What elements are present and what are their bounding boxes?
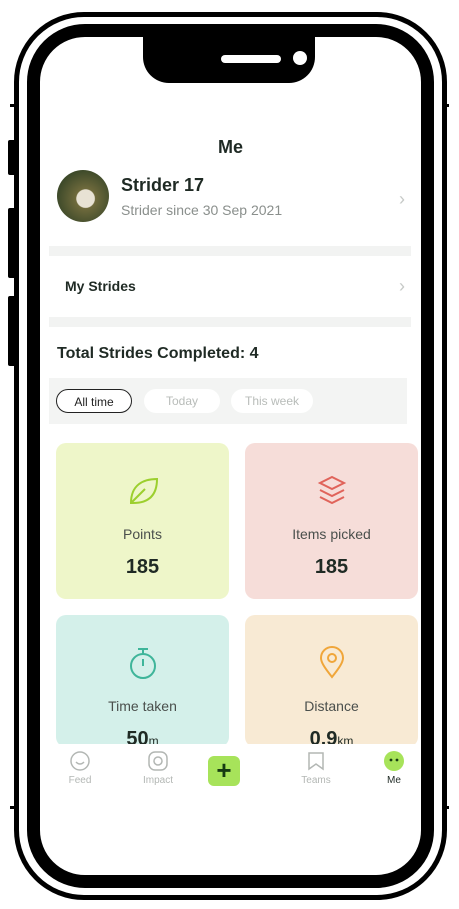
phone-screen: Me Strider 17 Strider since 30 Sep 2021 … (27, 24, 434, 888)
total-strides-label: Total Strides Completed: 4 (57, 345, 259, 362)
target-icon (123, 750, 193, 772)
tab-impact[interactable]: Impact (123, 750, 193, 786)
profile-name: Strider 17 (121, 175, 205, 195)
layers-icon (245, 471, 418, 511)
stat-label: Items picked (292, 526, 371, 542)
time-filter: All time Today This week (49, 378, 407, 424)
face-icon (359, 750, 421, 772)
stat-value: 185 (125, 556, 160, 578)
profile-row[interactable]: Strider 17 Strider since 30 Sep 2021 › (40, 167, 421, 237)
tab-label: Impact (142, 775, 173, 786)
stat-label: Time taken (108, 698, 177, 714)
leaf-icon (56, 471, 229, 511)
filter-all-time[interactable]: All time (56, 389, 132, 413)
chevron-right-icon: › (399, 189, 405, 209)
stat-card-time-taken: Time taken 50m (56, 615, 229, 750)
my-strides-label: My Strides (65, 278, 136, 294)
page-title: Me (217, 137, 243, 157)
tab-feed[interactable]: Feed (45, 750, 115, 786)
stat-card-distance: Distance 0.9km (245, 615, 418, 750)
my-strides-link[interactable]: My Strides › (40, 265, 421, 309)
bottom-tab-bar: Feed Impact + Teams Me (40, 744, 421, 804)
tab-teams[interactable]: Teams (281, 750, 351, 786)
location-pin-icon (245, 643, 418, 683)
tab-label: Teams (301, 775, 331, 786)
tab-me[interactable]: Me (359, 750, 421, 786)
stat-label: Distance (304, 698, 359, 714)
stat-card-items-picked: Items picked 185 (245, 443, 418, 599)
avatar (57, 170, 109, 222)
profile-since: Strider since 30 Sep 2021 (121, 202, 283, 218)
tab-label: Feed (68, 775, 92, 786)
tab-label: Me (387, 775, 401, 786)
smile-icon (45, 750, 115, 772)
chevron-right-icon: › (399, 276, 405, 296)
filter-today[interactable]: Today (144, 389, 220, 413)
divider (49, 317, 411, 327)
stat-label: Points (123, 526, 162, 542)
flag-icon (281, 750, 351, 772)
filter-this-week[interactable]: This week (231, 389, 313, 413)
app-screen: Me Strider 17 Strider since 30 Sep 2021 … (40, 37, 421, 875)
divider (49, 246, 411, 256)
stat-value: 185 (314, 556, 349, 578)
stopwatch-icon (56, 643, 229, 683)
add-stride-button[interactable]: + (208, 756, 240, 786)
stat-card-points: Points 185 (56, 443, 229, 599)
